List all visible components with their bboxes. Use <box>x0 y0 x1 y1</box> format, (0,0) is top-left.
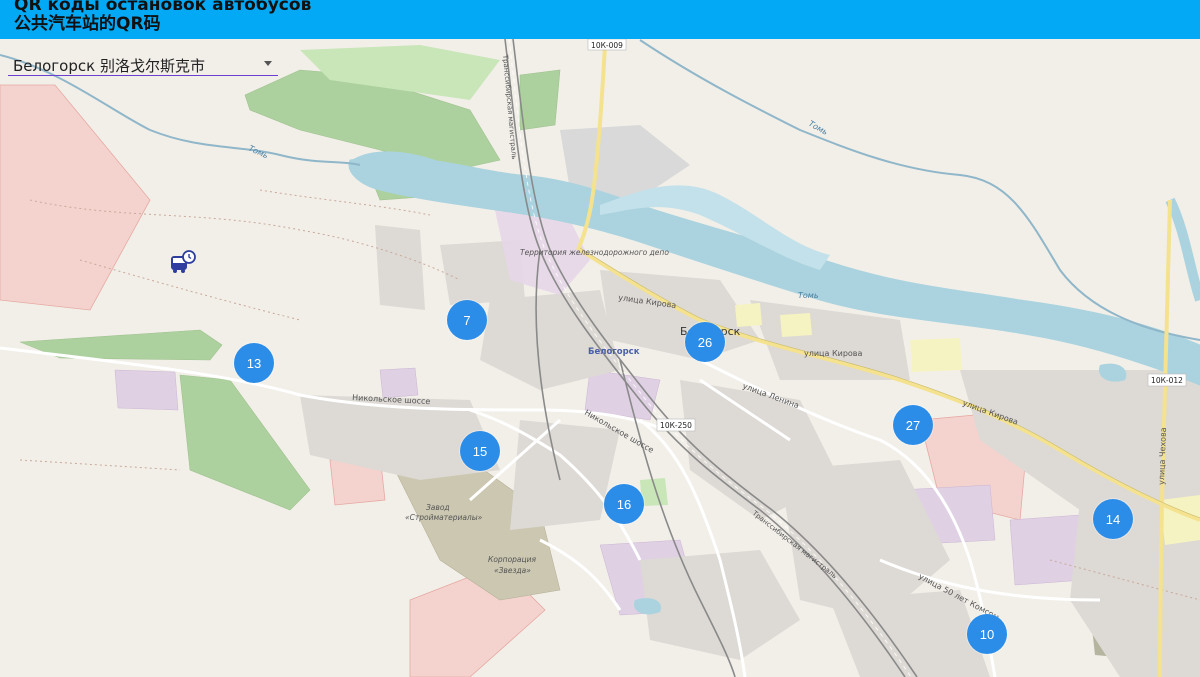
title-chinese: 公共汽车站的QR码 <box>14 14 161 34</box>
label-factory-2: «Стройматериалы» <box>405 513 483 522</box>
label-river-tom-3: Томь <box>798 291 819 300</box>
label-corp-1: Корпорация <box>488 555 537 564</box>
app-header: QR коды остановок автобусов 公共汽车站的QR码 <box>0 0 1200 39</box>
road-shield-10k250: 10К-250 <box>656 418 696 432</box>
svg-text:10К-250: 10К-250 <box>660 421 692 430</box>
bus-stop-icon[interactable] <box>170 250 196 279</box>
label-factory-1: Завод <box>426 503 450 512</box>
city-select[interactable]: Белогорск 别洛戈尔斯克市 <box>8 53 278 76</box>
road-shield-10k009: 10К-009 <box>587 39 627 51</box>
stop-cluster-26[interactable]: 26 <box>685 322 725 362</box>
label-corp-2: «Звезда» <box>494 566 531 575</box>
stop-cluster-15[interactable]: 15 <box>460 431 500 471</box>
city-select-value: Белогорск 别洛戈尔斯克市 <box>13 57 205 75</box>
title-russian: QR коды остановок автобусов <box>14 0 312 15</box>
svg-text:10К-012: 10К-012 <box>1151 376 1183 385</box>
map-canvas[interactable]: 10К-009 10К-012 10К-250 Белогорск Белого… <box>0 39 1200 677</box>
label-station: Белогорск <box>588 347 640 357</box>
stop-cluster-13[interactable]: 13 <box>234 343 274 383</box>
road-shield-10k012: 10К-012 <box>1147 373 1187 387</box>
stop-cluster-27[interactable]: 27 <box>893 405 933 445</box>
caret-down-icon[interactable] <box>264 61 272 66</box>
stop-cluster-10[interactable]: 10 <box>967 614 1007 654</box>
label-rail-depot: Территория железнодорожного депо <box>520 248 669 257</box>
stop-cluster-16[interactable]: 16 <box>604 484 644 524</box>
label-street-kirova-2: улица Кирова <box>804 349 863 358</box>
stop-cluster-7[interactable]: 7 <box>447 300 487 340</box>
stop-cluster-14[interactable]: 14 <box>1093 499 1133 539</box>
svg-text:10К-009: 10К-009 <box>591 41 623 50</box>
page-title: QR коды остановок автобусов 公共汽车站的QR码 <box>14 0 311 34</box>
